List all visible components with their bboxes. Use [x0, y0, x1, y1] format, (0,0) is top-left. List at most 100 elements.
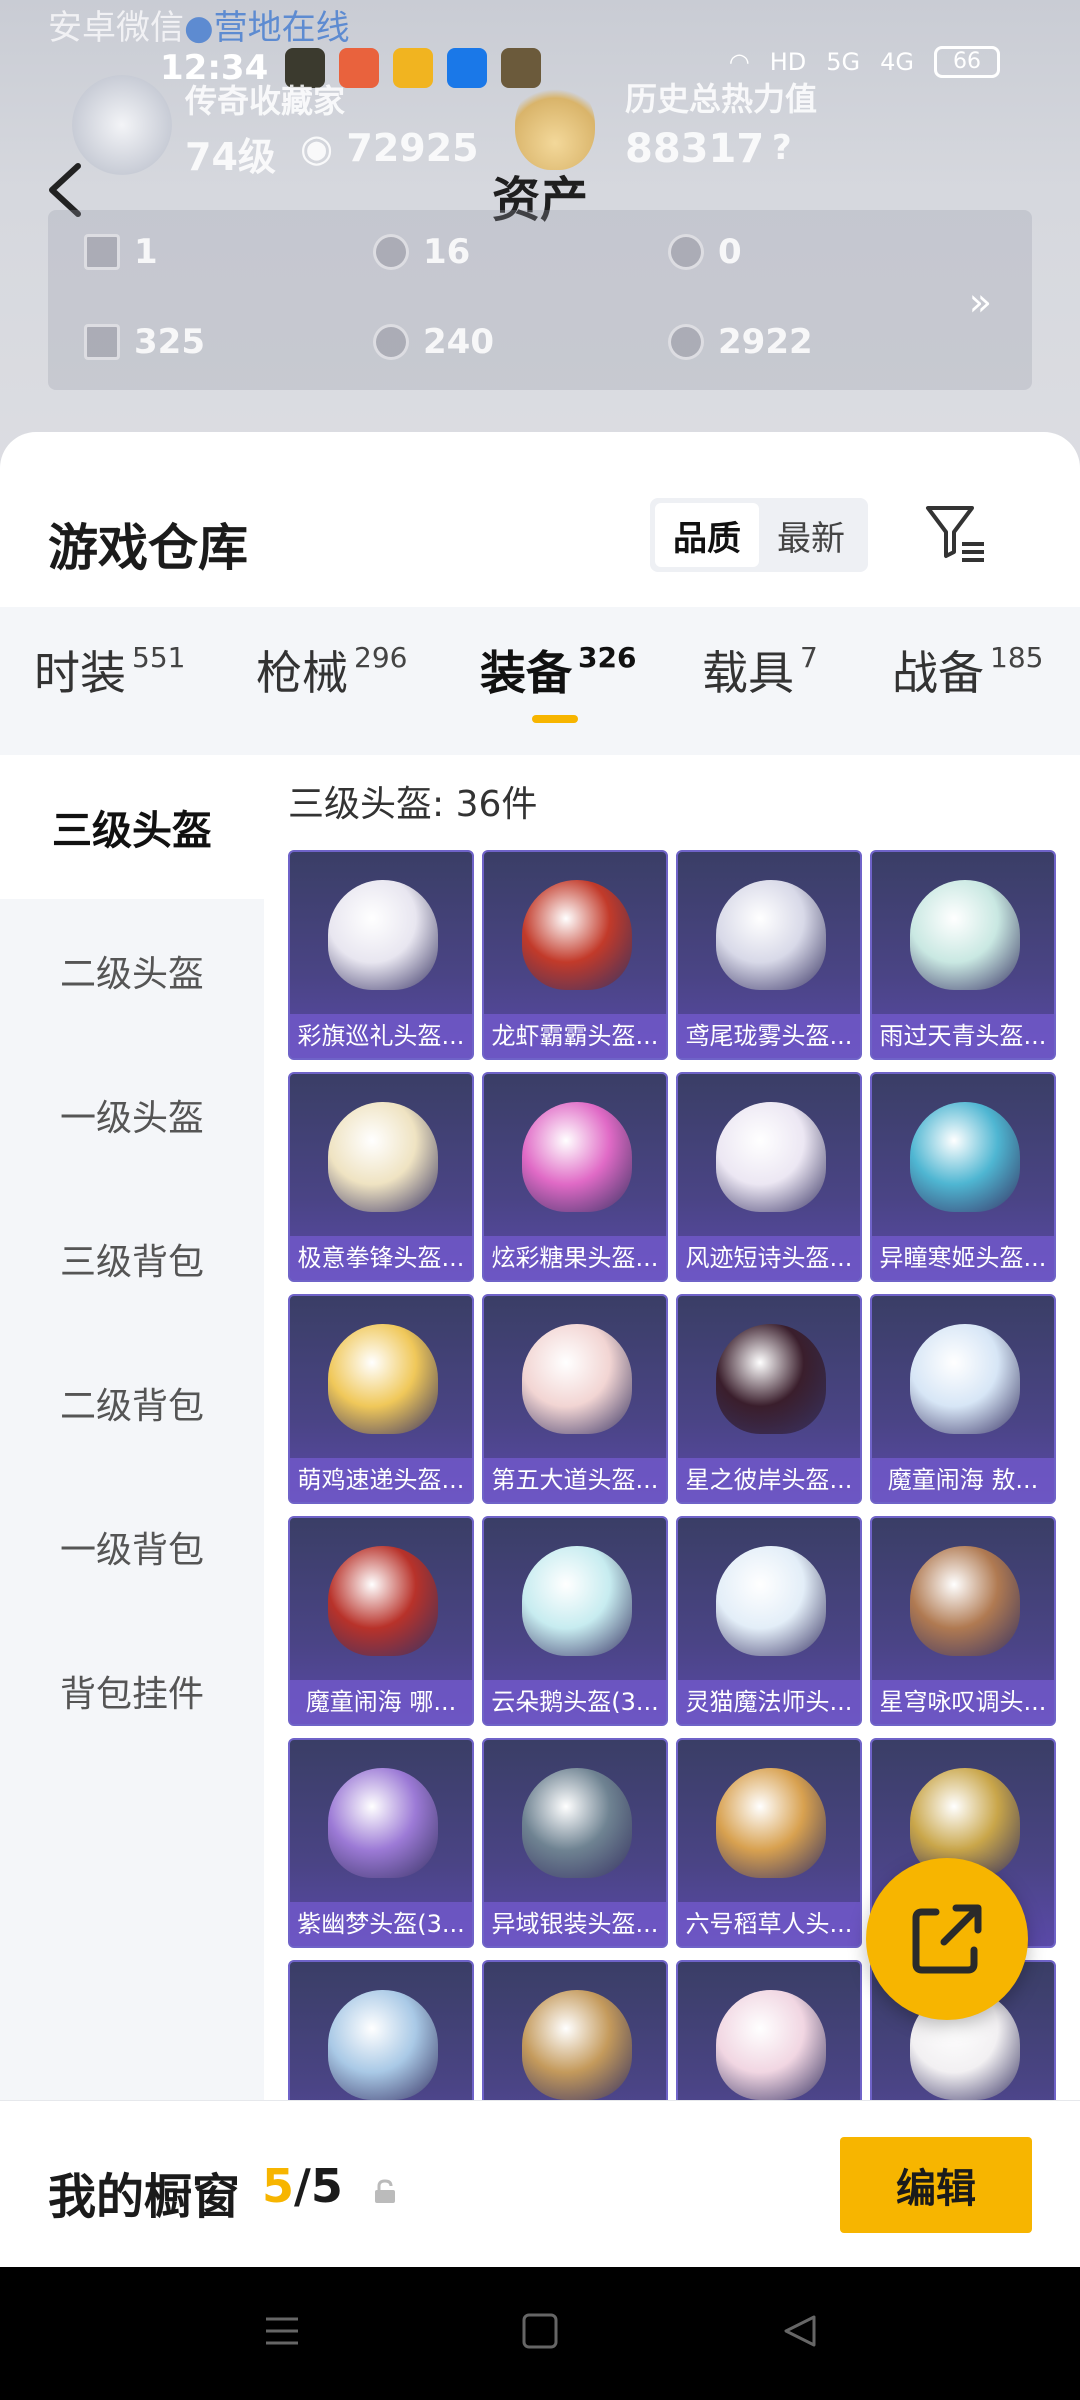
- item-card[interactable]: 鸢尾珑雾头盔...: [676, 850, 862, 1060]
- helmet-image: [328, 1768, 438, 1878]
- item-card[interactable]: 异瞳寒姬头盔...: [870, 1072, 1056, 1282]
- item-card-label: 云朵鹅头盔(3...: [484, 1680, 666, 1724]
- showcase-title: 我的橱窗: [48, 2169, 241, 2225]
- helmet-image: [716, 1546, 826, 1656]
- sidebar-item-level1-backpack[interactable]: 一级背包: [0, 1475, 264, 1619]
- edit-showcase-button[interactable]: 编辑: [840, 2137, 1032, 2233]
- sidebar-item-level1-helmet[interactable]: 一级头盔: [0, 1043, 264, 1187]
- tab-fashion[interactable]: 时装 551: [34, 637, 185, 703]
- sort-toggle: 品质 最新: [650, 498, 868, 572]
- item-card[interactable]: 异域银装头盔...: [482, 1738, 668, 1948]
- item-card[interactable]: 雨过天青头盔...: [870, 850, 1056, 1060]
- share-button[interactable]: [866, 1858, 1028, 2020]
- item-card-label: 风迹短诗头盔...: [678, 1236, 860, 1280]
- tab-vehicles[interactable]: 载具 7: [702, 637, 818, 703]
- item-card-label: 异域银装头盔...: [484, 1902, 666, 1946]
- item-card[interactable]: 龙虾霸霸头盔...: [482, 850, 668, 1060]
- item-card-label: 炫彩糖果头盔...: [484, 1236, 666, 1280]
- item-card[interactable]: 灵猫魔法师头...: [676, 1516, 862, 1726]
- tab-equipment[interactable]: 装备 326: [480, 637, 636, 703]
- item-card-label: 星之彼岸头盔...: [678, 1458, 860, 1502]
- gem-icon: [373, 324, 409, 360]
- item-card[interactable]: 六号稻草人头...: [676, 1738, 862, 1948]
- item-card-label: 第五大道头盔...: [484, 1458, 666, 1502]
- sidebar-item-level2-backpack[interactable]: 二级背包: [0, 1331, 264, 1475]
- 4g-label: 4G: [880, 48, 914, 76]
- asset-item: 0: [668, 232, 742, 272]
- helmet-image: [328, 1546, 438, 1656]
- helmet-image: [716, 1768, 826, 1878]
- asset-header: 安卓微信●营地在线 12:34 ◠ HD 5G 4G 66 传奇收藏家 74级 …: [0, 0, 1080, 480]
- sidebar-item-level3-backpack[interactable]: 三级背包: [0, 1187, 264, 1331]
- asset-item: 325: [84, 322, 205, 362]
- back-icon[interactable]: [780, 2311, 820, 2351]
- helmet-image: [910, 1324, 1020, 1434]
- sort-latest-option[interactable]: 最新: [759, 503, 863, 567]
- power-title: 历史总热力值: [625, 80, 818, 118]
- item-card[interactable]: 风迹短诗头盔...: [676, 1072, 862, 1282]
- collector-title: 传奇收藏家: [185, 82, 346, 120]
- item-card[interactable]: 第五大道头盔...: [482, 1294, 668, 1504]
- home-icon[interactable]: [520, 2311, 560, 2351]
- item-card[interactable]: 星穹咏叹调头...: [870, 1516, 1056, 1726]
- system-nav-bar: [0, 2267, 1080, 2400]
- app-icon-3: [393, 48, 433, 88]
- sidebar-item-backpack-charm[interactable]: 背包挂件: [0, 1619, 264, 1763]
- sidebar-item-level3-helmet[interactable]: 三级头盔: [0, 755, 264, 899]
- hd-label: HD: [769, 48, 807, 76]
- item-card-label: 龙虾霸霸头盔...: [484, 1014, 666, 1058]
- chevron-right-icon[interactable]: »: [969, 280, 992, 324]
- badge-icon: [668, 324, 704, 360]
- item-grid-area: 三级头盔: 36件 彩旗巡礼头盔... 龙虾霸霸头盔... 鸢尾珑雾头盔... 雨过天…: [264, 755, 1080, 2267]
- helmet-image: [522, 1990, 632, 2100]
- item-card[interactable]: 魔童闹海 哪...: [288, 1516, 474, 1726]
- asset-item: 240: [373, 322, 494, 362]
- tab-supplies[interactable]: 战备 185: [892, 637, 1043, 703]
- wifi-icon: ◠: [728, 48, 750, 76]
- subcategory-sidebar: 三级头盔 二级头盔 一级头盔 三级背包 二级背包 一级背包 背包挂件: [0, 755, 264, 2267]
- category-tabs: 时装 551 枪械 296 装备 326 载具 7 战备 185: [0, 607, 1080, 755]
- item-card-label: 魔童闹海 哪...: [290, 1680, 472, 1724]
- power-flame-icon: [515, 80, 595, 170]
- item-card-label: 魔童闹海 敖...: [872, 1458, 1054, 1502]
- item-card-label: 六号稻草人头...: [678, 1902, 860, 1946]
- item-card[interactable]: 紫幽梦头盔(3...: [288, 1738, 474, 1948]
- item-card-label: 萌鸡速递头盔...: [290, 1458, 472, 1502]
- helmet-image: [716, 1102, 826, 1212]
- helmet-image: [328, 880, 438, 990]
- app-icon-5: [501, 48, 541, 88]
- menu-icon[interactable]: [262, 2311, 302, 2351]
- tab-weapons[interactable]: 枪械 296: [256, 637, 407, 703]
- medal-icon: [668, 234, 704, 270]
- helmet-image: [522, 1102, 632, 1212]
- item-card[interactable]: 星之彼岸头盔...: [676, 1294, 862, 1504]
- item-card-label: 紫幽梦头盔(3...: [290, 1902, 472, 1946]
- item-card[interactable]: 云朵鹅头盔(3...: [482, 1516, 668, 1726]
- helmet-image: [522, 1324, 632, 1434]
- sort-quality-option[interactable]: 品质: [655, 503, 759, 567]
- helmet-image: [716, 880, 826, 990]
- asset-summary-panel[interactable]: 1 16 0 325 240 2922 »: [48, 210, 1032, 390]
- active-tab-indicator: [532, 715, 578, 723]
- item-card[interactable]: 炫彩糖果头盔...: [482, 1072, 668, 1282]
- helmet-image: [328, 1102, 438, 1212]
- card-icon: [84, 234, 120, 270]
- 5g-label: 5G: [826, 48, 861, 76]
- sidebar-item-level2-helmet[interactable]: 二级头盔: [0, 899, 264, 1043]
- lock-icon: [375, 2179, 395, 2203]
- item-card[interactable]: 极意拳锋头盔...: [288, 1072, 474, 1282]
- item-card[interactable]: 萌鸡速递头盔...: [288, 1294, 474, 1504]
- item-card-label: 星穹咏叹调头...: [872, 1680, 1054, 1724]
- asset-item: 2922: [668, 322, 813, 362]
- item-card-label: 灵猫魔法师头...: [678, 1680, 860, 1724]
- watermark: 安卓微信●营地在线: [48, 8, 350, 48]
- helmet-image: [328, 1990, 438, 2100]
- item-card[interactable]: 魔童闹海 敖...: [870, 1294, 1056, 1504]
- showcase-bar: 我的橱窗 5/5 编辑: [0, 2100, 1080, 2267]
- helmet-image: [910, 1546, 1020, 1656]
- filter-icon[interactable]: [922, 500, 988, 566]
- helmet-image: [522, 880, 632, 990]
- item-card-label: 异瞳寒姬头盔...: [872, 1236, 1054, 1280]
- battery-icon: 66: [934, 46, 1000, 78]
- item-card[interactable]: 彩旗巡礼头盔...: [288, 850, 474, 1060]
